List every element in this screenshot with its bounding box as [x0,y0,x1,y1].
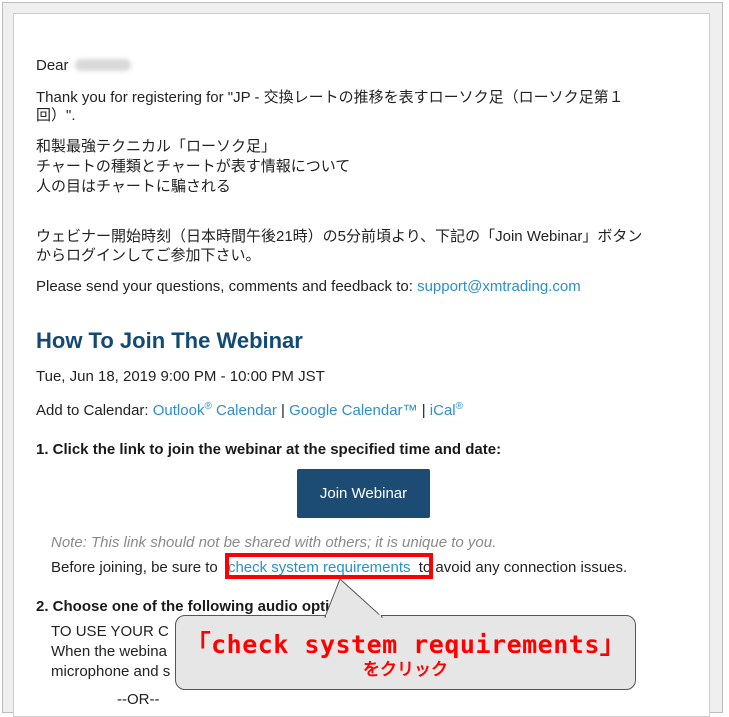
callout-pointer [324,578,384,618]
